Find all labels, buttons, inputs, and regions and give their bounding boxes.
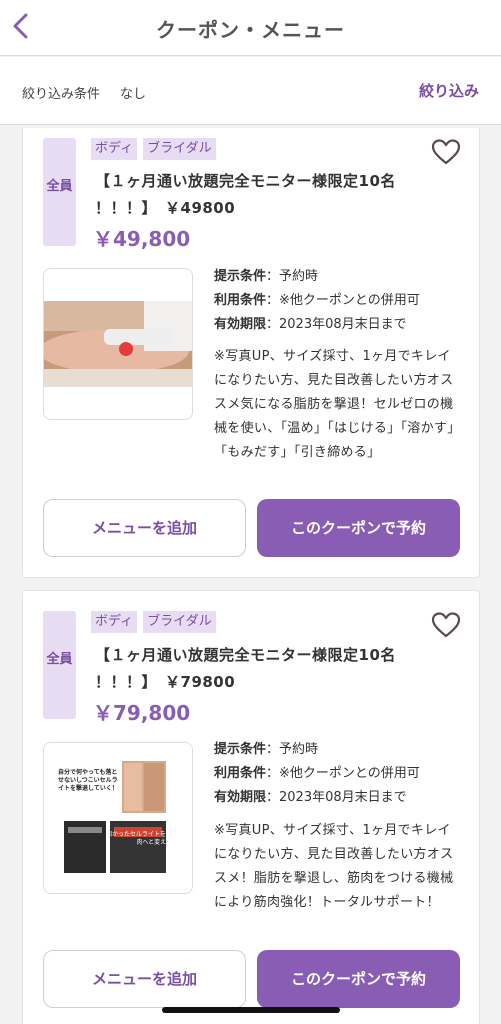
category-tag: ボディ xyxy=(91,611,138,633)
category-tag: ブライダル xyxy=(143,138,216,160)
condition-key: 利用条件 xyxy=(214,766,267,781)
conditions: 提示条件：予約時 利用条件：※他クーポンとの併用可 有効期限：2023年08月末… xyxy=(214,265,464,337)
heart-icon[interactable] xyxy=(431,611,461,639)
coupon-description: ※写真UP、サイズ採寸、1ヶ月でキレイになりたい方、見た目改善したい方オススメ気… xyxy=(214,349,461,460)
target-tag: 全員 xyxy=(43,611,76,719)
condition-row: 利用条件：※他クーポンとの併用可 xyxy=(214,289,464,313)
filter-label: 絞り込み条件 xyxy=(22,87,101,102)
coupon-image xyxy=(43,268,193,420)
category-tags: ボディ ブライダル xyxy=(91,138,216,160)
condition-row: 利用条件：※他クーポンとの併用可 xyxy=(214,762,464,786)
condition-key: 利用条件 xyxy=(214,293,267,308)
condition-value: ：※他クーポンとの併用可 xyxy=(266,766,420,781)
filter-value: なし xyxy=(120,87,147,102)
category-tag: ボディ xyxy=(91,138,138,160)
condition-row: 提示条件：予約時 xyxy=(214,265,464,289)
condition-value: ：予約時 xyxy=(266,269,319,284)
coupon-price: ￥79,800 xyxy=(93,701,191,725)
condition-value: ：※他クーポンとの併用可 xyxy=(266,293,420,308)
condition-key: 提示条件 xyxy=(214,269,267,284)
condition-value: ：2023年08月末日まで xyxy=(266,317,407,332)
condition-value: ：予約時 xyxy=(266,742,319,757)
coupon-title: 【１ヶ月通い放題完全モニター様限定10名 ！！！】 ￥79800 xyxy=(95,642,425,696)
flyer-image xyxy=(44,743,192,893)
coupon-price: ￥49,800 xyxy=(93,227,191,251)
condition-row: 提示条件：予約時 xyxy=(214,738,464,762)
page-title: クーポン・メニュー xyxy=(156,18,345,42)
coupon-card: 全員 ボディ ブライダル 【１ヶ月通い放題完全モニター様限定10名 ！！！】 ￥… xyxy=(22,128,480,578)
condition-key: 有効期限 xyxy=(214,317,267,332)
coupon-card: 全員 ボディ ブライダル 【１ヶ月通い放題完全モニター様限定10名 ！！！】 ￥… xyxy=(22,590,480,1024)
heart-icon[interactable] xyxy=(431,138,461,166)
coupon-description: ※写真UP、サイズ採寸、1ヶ月でキレイになりたい方、見た目改善したい方オススメ！… xyxy=(214,823,454,910)
category-tag: ブライダル xyxy=(143,611,216,633)
add-menu-button[interactable]: メニューを追加 xyxy=(43,499,246,557)
filter-button[interactable]: 絞り込み xyxy=(419,80,479,101)
add-menu-button[interactable]: メニューを追加 xyxy=(43,950,246,1008)
coupon-title: 【１ヶ月通い放題完全モニター様限定10名 ！！！】 ￥49800 xyxy=(95,168,425,222)
flyer-caption: 自分で何やっても落とせないしつこいセルライトを撃退していく！ xyxy=(58,769,118,792)
flyer-caption: 固かったセルライトを筋肉へと変える xyxy=(105,831,172,846)
reserve-coupon-button[interactable]: このクーポンで予約 xyxy=(257,950,460,1008)
condition-value: ：2023年08月末日まで xyxy=(266,790,407,805)
home-indicator xyxy=(162,1007,340,1013)
condition-row: 有効期限：2023年08月末日まで xyxy=(214,313,464,337)
conditions: 提示条件：予約時 利用条件：※他クーポンとの併用可 有効期限：2023年08月末… xyxy=(214,738,464,810)
category-tags: ボディ ブライダル xyxy=(91,611,216,633)
header: クーポン・メニュー xyxy=(0,0,501,56)
condition-key: 有効期限 xyxy=(214,790,267,805)
condition-row: 有効期限：2023年08月末日まで xyxy=(214,786,464,810)
coupon-image: 自分で何やっても落とせないしつこいセルライトを撃退していく！ 固かったセルライト… xyxy=(43,742,193,894)
title-line: 【１ヶ月通い放題完全モニター様限定10名 xyxy=(95,646,396,664)
title-line: ！！！】 ￥49800 xyxy=(95,199,236,217)
title-line: 【１ヶ月通い放題完全モニター様限定10名 xyxy=(95,172,396,190)
filter-bar: 絞り込み条件 なし 絞り込み xyxy=(0,57,501,125)
reserve-coupon-button[interactable]: このクーポンで予約 xyxy=(257,499,460,557)
title-line: ！！！】 ￥79800 xyxy=(95,673,236,691)
treatment-photo xyxy=(44,269,192,419)
target-tag: 全員 xyxy=(43,138,76,246)
condition-key: 提示条件 xyxy=(214,742,267,757)
